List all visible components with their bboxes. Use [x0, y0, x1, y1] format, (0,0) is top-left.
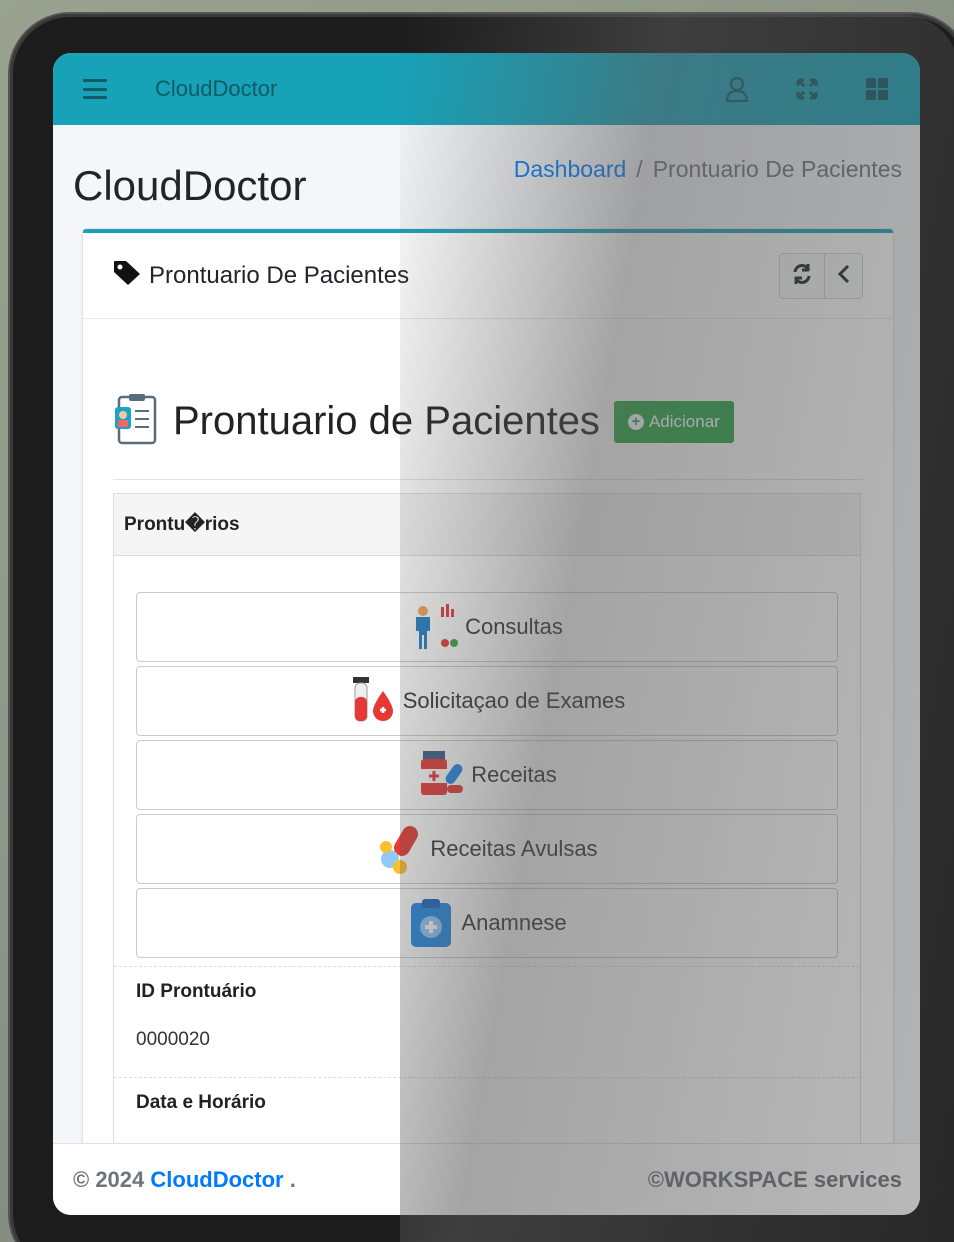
- consultas-button[interactable]: Consultas: [136, 592, 838, 662]
- copyright-text: © 2024: [73, 1166, 145, 1192]
- id-prontuario-row: ID Prontuário 0000020: [114, 966, 860, 1077]
- card-tools: [779, 253, 863, 299]
- footer-dot: .: [289, 1166, 296, 1192]
- receitas-label: Receitas: [471, 762, 557, 787]
- plus-circle-icon: +: [627, 413, 644, 430]
- breadcrumb: Dashboard / Prontuario De Pacientes: [514, 156, 902, 183]
- navbar-brand[interactable]: CloudDoctor: [155, 76, 680, 102]
- tag-icon: [113, 260, 141, 291]
- menu-icon[interactable]: [83, 79, 107, 99]
- clipboard-medical-icon: [407, 899, 455, 947]
- card-header: Prontuario De Pacientes: [83, 233, 893, 319]
- pills-icon: [376, 825, 424, 874]
- blood-test-icon: [349, 677, 397, 725]
- solicitacao-exames-button[interactable]: Solicitaçao de Exames: [136, 666, 838, 736]
- breadcrumb-separator: /: [636, 155, 643, 182]
- footer-right-text: ©WORKSPACE services: [647, 1166, 902, 1192]
- receitas-button[interactable]: Receitas: [136, 740, 838, 810]
- breadcrumb-current: Prontuario De Pacientes: [652, 155, 902, 182]
- section-title-row: Prontuario de Pacientes + Adicionar: [113, 393, 734, 450]
- page-header: CloudDoctor Dashboard / Prontuario De Paci…: [53, 125, 920, 229]
- footer-copyright: © 2024 CloudDoctor .: [73, 1167, 296, 1193]
- section-heading: Prontuario de Pacientes: [173, 399, 600, 443]
- card-title: Prontuario De Pacientes: [149, 261, 410, 289]
- medical-record-icon: [113, 393, 161, 450]
- records-panel: Prontu�rios Consultas Solicitaçao de Exa…: [113, 493, 861, 1173]
- doctor-consult-icon: [411, 603, 459, 651]
- app-screen: CloudDoctor CloudDoctor Dashboard / Prontu…: [53, 53, 920, 1215]
- panel-body: Consultas Solicitaçao de Exames Receitas: [114, 556, 860, 1114]
- refresh-button[interactable]: [780, 254, 824, 298]
- receitas-avulsas-label: Receitas Avulsas: [430, 836, 598, 861]
- id-prontuario-label: ID Prontuário: [136, 981, 257, 1002]
- fullscreen-icon[interactable]: [794, 76, 820, 102]
- add-button[interactable]: + Adicionar: [613, 400, 734, 443]
- medicine-icon: [417, 751, 465, 799]
- user-icon[interactable]: [724, 76, 750, 102]
- page-title: CloudDoctor: [73, 162, 307, 209]
- anamnese-button[interactable]: Anamnese: [136, 888, 838, 958]
- breadcrumb-dashboard-link[interactable]: Dashboard: [514, 156, 627, 182]
- solicitacao-exames-label: Solicitaçao de Exames: [402, 688, 626, 713]
- refresh-icon: [791, 263, 813, 290]
- receitas-avulsas-button[interactable]: Receitas Avulsas: [136, 814, 838, 884]
- apps-grid-icon[interactable]: [864, 76, 890, 102]
- main-card: Prontuario De Pacientes Prontuario de Pa: [83, 229, 893, 1173]
- footer: © 2024 CloudDoctor . ©WORKSPACE services: [53, 1143, 920, 1215]
- id-prontuario-value: 0000020: [136, 1029, 210, 1050]
- back-button[interactable]: [824, 254, 862, 298]
- data-horario-row: Data e Horário: [114, 1077, 860, 1114]
- data-horario-label: Data e Horário: [136, 1092, 266, 1113]
- chevron-left-icon: [837, 264, 851, 289]
- divider: [113, 479, 863, 480]
- footer-brand-link[interactable]: CloudDoctor: [150, 1167, 283, 1192]
- anamnese-label: Anamnese: [461, 910, 567, 935]
- consultas-label: Consultas: [465, 614, 563, 639]
- top-navbar: CloudDoctor: [53, 53, 920, 125]
- add-button-label: Adicionar: [648, 411, 720, 431]
- panel-heading: Prontu�rios: [114, 494, 860, 556]
